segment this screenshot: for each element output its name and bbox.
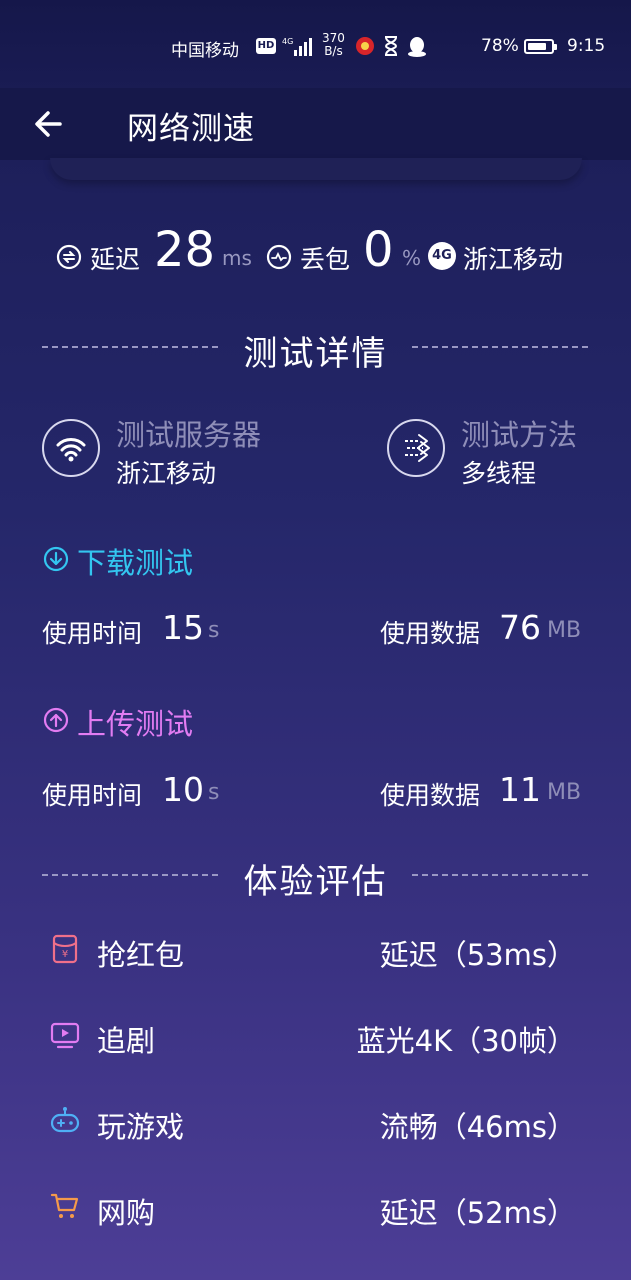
- back-arrow-icon[interactable]: [30, 104, 70, 144]
- network-speed: 370 B/s: [322, 32, 345, 58]
- method-value: 多线程: [461, 459, 537, 488]
- svg-text:4G: 4G: [282, 37, 293, 46]
- packet-loss-value: 0: [363, 222, 394, 278]
- experience-section-heading: 体验评估: [0, 850, 631, 902]
- divider-right: [412, 874, 588, 876]
- status-bar: 中国移动 HD 4G 370 B/s 78% 9:15: [0, 30, 631, 64]
- packet-loss-label: 丢包: [300, 245, 351, 274]
- packet-loss-unit: %: [402, 246, 422, 270]
- server-icon-circle: [42, 419, 100, 477]
- app-notification-icon: [356, 37, 374, 55]
- wifi-icon: [56, 438, 86, 462]
- network-type-badge: 4G: [428, 242, 456, 270]
- latency-value: 28: [154, 222, 216, 278]
- server-value: 浙江移动: [116, 459, 217, 488]
- network-speed-unit: B/s: [324, 44, 343, 58]
- download-icon: [43, 546, 69, 572]
- battery-icon: [524, 39, 557, 54]
- qq-icon: [408, 37, 426, 57]
- cart-icon: [50, 1193, 79, 1218]
- red-envelope-icon: ¥: [52, 934, 78, 964]
- experience-value: 延迟（53ms）: [379, 938, 576, 972]
- download-time-value: 15: [162, 608, 204, 647]
- server-label: 测试服务器: [116, 418, 262, 452]
- experience-value: 流畅（46ms）: [379, 1110, 576, 1144]
- packet-loss-icon: [266, 244, 292, 270]
- download-test-title: 下载测试: [77, 546, 194, 580]
- upload-icon: [43, 707, 69, 733]
- upload-time-value: 10: [162, 770, 204, 809]
- latency-unit: ms: [222, 246, 252, 270]
- experience-value: 蓝光4K（30帧）: [356, 1024, 576, 1058]
- experience-label: 网购: [97, 1196, 156, 1230]
- page-title: 网络测速: [127, 111, 255, 147]
- download-time-unit: s: [208, 618, 220, 643]
- upload-data-label: 使用数据: [380, 781, 481, 810]
- app-header: 网络测速: [0, 88, 631, 160]
- gamepad-icon: [50, 1107, 80, 1133]
- experience-label: 追剧: [97, 1024, 156, 1058]
- details-section-title: 测试详情: [243, 334, 388, 374]
- upload-data-unit: MB: [547, 780, 582, 805]
- clock: 9:15: [567, 36, 606, 56]
- hourglass-icon: [384, 36, 398, 56]
- carrier-name: 中国移动: [171, 41, 239, 61]
- latency-label: 延迟: [90, 245, 141, 274]
- svg-text:¥: ¥: [62, 949, 68, 960]
- multithread-icon: [405, 434, 430, 462]
- upload-time-label: 使用时间: [42, 781, 143, 810]
- upload-data-value: 11: [499, 770, 541, 809]
- experience-label: 玩游戏: [97, 1110, 185, 1144]
- speed-gauge-card: [50, 158, 582, 180]
- download-time-label: 使用时间: [42, 619, 143, 648]
- hd-badge: HD: [256, 38, 276, 54]
- experience-section-title: 体验评估: [243, 862, 388, 902]
- signal-icon: 4G: [282, 37, 312, 56]
- latency-icon: [56, 244, 82, 270]
- method-label: 测试方法: [461, 418, 578, 452]
- divider-right: [412, 346, 588, 348]
- download-data-value: 76: [499, 608, 541, 647]
- method-icon-circle: [387, 419, 445, 477]
- experience-label: 抢红包: [97, 938, 185, 972]
- battery-percent: 78%: [481, 36, 519, 56]
- metrics-row: 延迟 28 ms 丢包 0 % 4G 浙江移动: [0, 220, 631, 290]
- download-data-unit: MB: [547, 618, 582, 643]
- operator-name: 浙江移动: [463, 245, 564, 274]
- upload-test-title: 上传测试: [77, 707, 194, 741]
- experience-value: 延迟（52ms）: [379, 1196, 576, 1230]
- upload-time-unit: s: [208, 780, 220, 805]
- download-data-label: 使用数据: [380, 619, 481, 648]
- tv-play-icon: [50, 1022, 80, 1049]
- details-section-heading: 测试详情: [0, 322, 631, 374]
